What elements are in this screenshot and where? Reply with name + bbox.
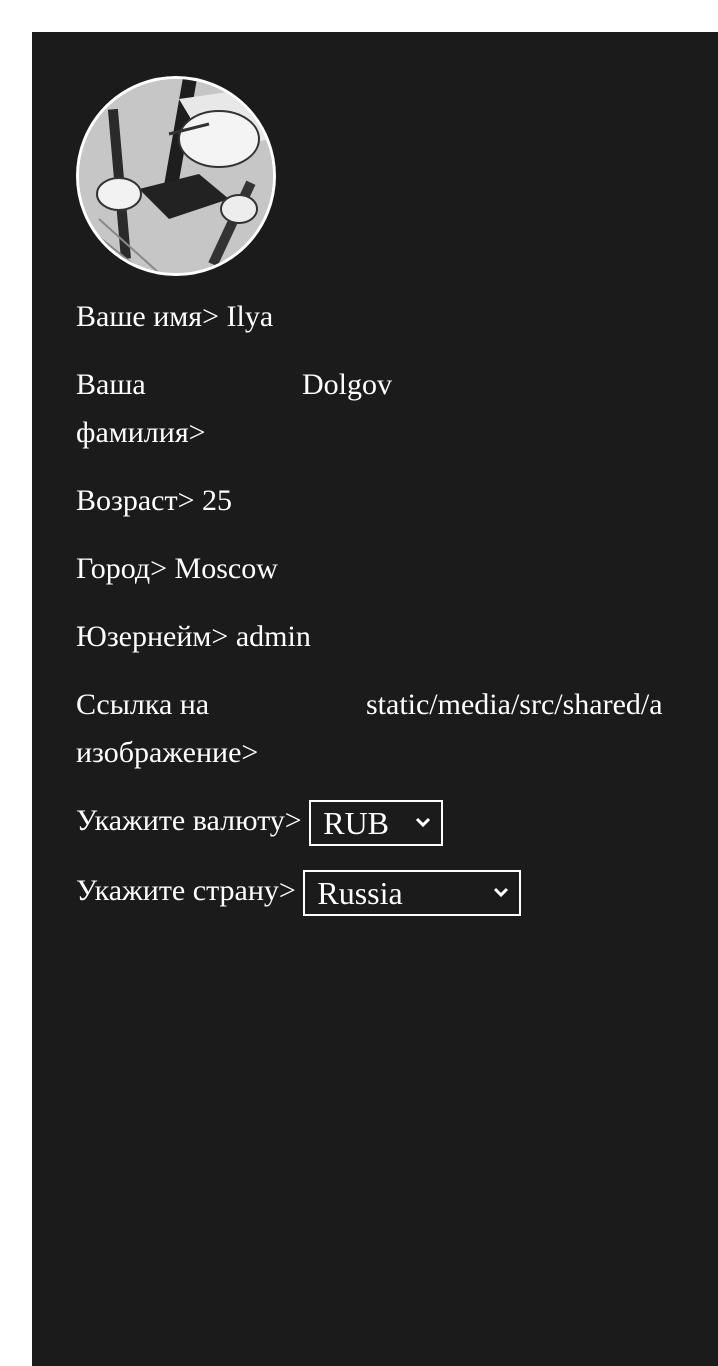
profile-panel: Ваше имя> Ilya Ваша фамилия> Dolgov Возр…	[32, 32, 718, 1366]
image-link-label: Ссылка на изображение>	[76, 688, 259, 769]
currency-row: Укажите валюту> RUB	[76, 797, 444, 847]
surname-value: Dolgov	[302, 368, 392, 401]
country-select[interactable]: Russia	[303, 870, 522, 917]
username-row: Юзернейм> admin	[76, 613, 311, 661]
image-link-value: static/media/src/shared/a	[366, 688, 663, 721]
city-row: Город> Moscow	[76, 545, 278, 593]
age-label: Возраст>	[76, 484, 195, 517]
currency-label: Укажите валюту>	[76, 804, 302, 837]
avatar-image	[79, 79, 273, 273]
name-label: Ваше имя>	[76, 300, 219, 333]
username-label: Юзернейм>	[76, 620, 229, 653]
name-row: Ваше имя> Ilya	[76, 293, 273, 341]
country-row: Укажите страну> Russia	[76, 867, 522, 917]
age-value: 25	[202, 484, 233, 517]
country-selected-value: Russia	[317, 875, 403, 912]
name-value: Ilya	[226, 300, 274, 333]
country-label: Укажите страну>	[76, 874, 296, 907]
surname-label: Ваша фамилия>	[76, 368, 206, 449]
currency-select[interactable]: RUB	[309, 800, 444, 847]
city-label: Город>	[76, 552, 168, 585]
avatar	[76, 76, 276, 276]
username-value: admin	[235, 620, 311, 653]
chevron-down-icon	[416, 818, 431, 828]
chevron-down-icon	[494, 888, 509, 898]
currency-selected-value: RUB	[323, 805, 390, 842]
city-value: Moscow	[174, 552, 278, 585]
age-row: Возраст> 25	[76, 477, 232, 525]
